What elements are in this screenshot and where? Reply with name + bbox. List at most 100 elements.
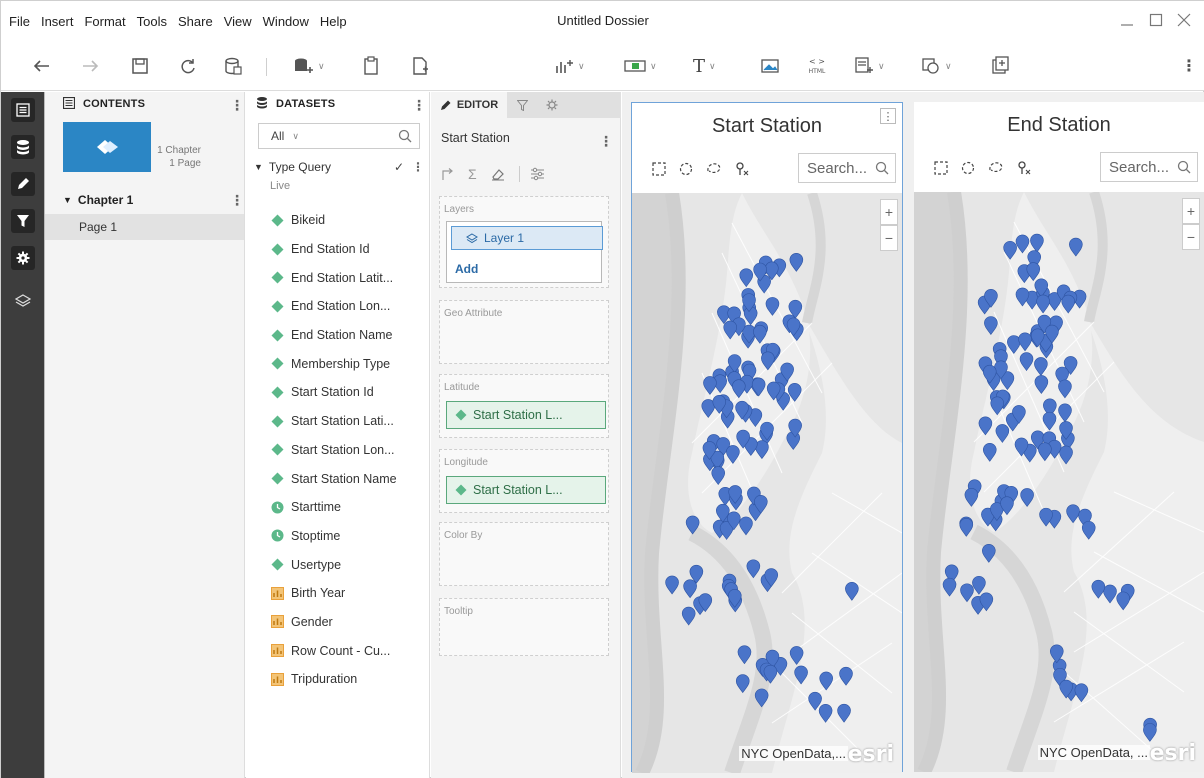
dataset-menu-button[interactable]: ⋮ bbox=[412, 160, 424, 174]
search-icon[interactable] bbox=[398, 129, 412, 146]
map-pin-icon[interactable] bbox=[1034, 357, 1048, 376]
map-pin-icon[interactable] bbox=[703, 376, 717, 395]
field-item[interactable]: Birth Year bbox=[270, 579, 430, 608]
map-pin-icon[interactable] bbox=[711, 466, 726, 486]
map-pin-icon[interactable] bbox=[964, 488, 979, 507]
map-pin-icon[interactable] bbox=[1015, 287, 1030, 307]
lasso-select-icon[interactable] bbox=[706, 162, 722, 176]
tab-format[interactable] bbox=[537, 92, 567, 118]
geo-attribute-zone[interactable]: Geo Attribute bbox=[439, 300, 609, 364]
layers-toggle-button[interactable] bbox=[11, 288, 35, 312]
map-pin-icon[interactable] bbox=[1030, 233, 1044, 253]
longitude-chip[interactable]: Start Station L... bbox=[446, 476, 606, 504]
field-item[interactable]: End Station Name bbox=[270, 321, 430, 350]
chapter-item[interactable]: ▼ Chapter 1 bbox=[45, 189, 245, 211]
map-pin-icon[interactable] bbox=[972, 575, 986, 595]
map-pin-icon[interactable] bbox=[787, 383, 802, 402]
undo-button[interactable] bbox=[33, 54, 51, 78]
menu-share[interactable]: Share bbox=[178, 14, 213, 29]
format-toggle-button[interactable] bbox=[11, 246, 35, 270]
map-pin-icon[interactable] bbox=[990, 396, 1005, 416]
clear-pin-icon[interactable] bbox=[735, 162, 749, 176]
field-item[interactable]: Row Count - Cu... bbox=[270, 636, 430, 665]
map-pin-icon[interactable] bbox=[1081, 520, 1096, 540]
map-pin-icon[interactable] bbox=[839, 666, 853, 686]
menu-insert[interactable]: Insert bbox=[41, 14, 74, 29]
field-item[interactable]: Tripduration bbox=[270, 665, 430, 694]
data-menu-button[interactable]: ∨ bbox=[292, 54, 325, 78]
map-viz-end-station[interactable]: End Station Search... + − NYC OpenData, … bbox=[914, 102, 1204, 772]
map-pin-icon[interactable] bbox=[746, 559, 761, 579]
map-viz-start-station[interactable]: Start Station ⋮ Search... + − NYC OpenDa… bbox=[631, 102, 903, 773]
field-item[interactable]: Gender bbox=[270, 608, 430, 637]
map-pin-icon[interactable] bbox=[1066, 504, 1080, 524]
datasets-menu-button[interactable]: ⋮ bbox=[412, 98, 426, 112]
dataset-filter-dropdown[interactable]: All ∨ bbox=[258, 123, 420, 149]
map-area[interactable]: + − NYC OpenData, ... esri bbox=[914, 192, 1204, 772]
menu-view[interactable]: View bbox=[224, 14, 252, 29]
add-layer-button[interactable]: Add bbox=[455, 262, 478, 276]
map-pin-icon[interactable] bbox=[1034, 375, 1049, 394]
dataset-item[interactable]: ▼ Type Query ✓ ⋮ bbox=[254, 158, 424, 176]
map-pin-icon[interactable] bbox=[739, 268, 754, 288]
field-item[interactable]: Starttime bbox=[270, 493, 430, 522]
viz-menu-button[interactable]: ⋮ bbox=[880, 108, 896, 124]
map-search-input[interactable]: Search... bbox=[798, 153, 896, 183]
map-pin-icon[interactable] bbox=[995, 424, 1010, 443]
map-pin-icon[interactable] bbox=[754, 688, 769, 708]
map-pin-icon[interactable] bbox=[761, 351, 775, 371]
tab-filter[interactable] bbox=[507, 92, 537, 118]
tooltip-zone[interactable]: Tooltip bbox=[439, 598, 609, 656]
field-item[interactable]: Start Station Lon... bbox=[270, 436, 430, 465]
map-pin-icon[interactable] bbox=[753, 324, 767, 344]
text-button[interactable]: T ∨ bbox=[693, 54, 716, 78]
map-pin-icon[interactable] bbox=[942, 577, 957, 597]
map-pin-icon[interactable] bbox=[845, 581, 859, 601]
field-item[interactable]: Usertype bbox=[270, 550, 430, 579]
map-pin-icon[interactable] bbox=[1091, 579, 1106, 599]
sliders-icon[interactable] bbox=[530, 167, 545, 181]
circle-select-icon[interactable] bbox=[961, 161, 975, 175]
map-pin-icon[interactable] bbox=[1061, 294, 1076, 314]
field-item[interactable]: Start Station Id bbox=[270, 378, 430, 407]
map-pin-icon[interactable] bbox=[1042, 411, 1057, 431]
menu-help[interactable]: Help bbox=[320, 14, 347, 29]
map-pin-icon[interactable] bbox=[1143, 723, 1157, 742]
redo-button[interactable] bbox=[81, 54, 99, 78]
map-pin-icon[interactable] bbox=[765, 297, 780, 316]
map-pin-icon[interactable] bbox=[1018, 332, 1032, 352]
map-pin-icon[interactable] bbox=[726, 445, 740, 464]
map-pin-icon[interactable] bbox=[1058, 379, 1072, 399]
field-item[interactable]: End Station Lon... bbox=[270, 292, 430, 321]
map-pin-icon[interactable] bbox=[818, 703, 833, 723]
lasso-select-icon[interactable] bbox=[988, 161, 1004, 175]
map-pin-icon[interactable] bbox=[959, 517, 974, 537]
map-pin-icon[interactable] bbox=[1059, 445, 1073, 465]
close-button[interactable] bbox=[1171, 7, 1197, 33]
map-pin-icon[interactable] bbox=[978, 416, 993, 436]
datasets-toggle-button[interactable] bbox=[11, 135, 35, 159]
more-options-button[interactable]: ⋮ bbox=[1181, 54, 1197, 78]
menu-file[interactable]: File bbox=[9, 14, 30, 29]
menu-tools[interactable]: Tools bbox=[137, 14, 167, 29]
map-pin-icon[interactable] bbox=[685, 515, 700, 535]
field-item[interactable]: Stoptime bbox=[270, 522, 430, 551]
color-by-zone[interactable]: Color By bbox=[439, 522, 609, 586]
visualization-button[interactable]: ∨ bbox=[554, 54, 585, 78]
map-pin-icon[interactable] bbox=[1015, 234, 1030, 254]
map-pin-icon[interactable] bbox=[960, 583, 974, 603]
map-pin-icon[interactable] bbox=[808, 691, 822, 711]
map-pin-icon[interactable] bbox=[1003, 240, 1017, 260]
circle-select-icon[interactable] bbox=[679, 162, 693, 176]
field-item[interactable]: Start Station Lati... bbox=[270, 407, 430, 436]
map-pin-icon[interactable] bbox=[982, 544, 996, 563]
paste-button[interactable] bbox=[363, 54, 381, 78]
map-pin-icon[interactable] bbox=[1026, 262, 1041, 282]
html-container-button[interactable]: < > HTML bbox=[806, 54, 828, 78]
field-item[interactable]: End Station Latit... bbox=[270, 263, 430, 292]
contents-menu-button[interactable]: ⋮ bbox=[230, 98, 244, 112]
map-pin-icon[interactable] bbox=[665, 575, 679, 595]
clear-pin-icon[interactable] bbox=[1017, 161, 1031, 175]
layer-item[interactable]: Layer 1 bbox=[451, 226, 603, 250]
rectangle-select-icon[interactable] bbox=[934, 161, 948, 175]
